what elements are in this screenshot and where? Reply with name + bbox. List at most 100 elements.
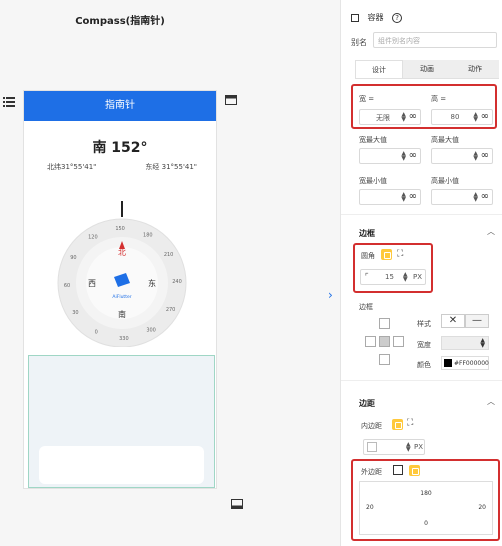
stepper-icon[interactable]: ▲ ▼ bbox=[403, 272, 408, 283]
margin-bottom-value[interactable]: 0 bbox=[360, 520, 492, 527]
solid-border-button[interactable]: — bbox=[465, 314, 489, 328]
compass-tick-label: 90 bbox=[70, 255, 76, 261]
padding-input[interactable]: ▲ ▼ PX bbox=[363, 439, 425, 455]
alias-label: 别名 bbox=[351, 38, 367, 47]
border-left-cell[interactable] bbox=[365, 336, 376, 347]
infinity-icon[interactable]: ∞ bbox=[481, 150, 489, 161]
container-label: 容器 bbox=[367, 13, 384, 22]
radius-uniform-button[interactable] bbox=[381, 249, 392, 260]
min-width-input[interactable]: ▲ ▼ ∞ bbox=[359, 189, 421, 205]
compass-tick-label: 180 bbox=[143, 232, 153, 238]
compass-tick-label: 60 bbox=[64, 283, 70, 289]
padding-icon bbox=[367, 442, 377, 452]
collapse-icon[interactable]: ︿ bbox=[487, 226, 495, 237]
max-width-label: 宽最大值 bbox=[359, 136, 387, 144]
border-width-select[interactable]: ▲ ▼ bbox=[441, 336, 489, 350]
border-top-cell[interactable] bbox=[379, 318, 390, 329]
border-color-label: 颜色 bbox=[417, 361, 431, 369]
infinity-icon[interactable]: ∞ bbox=[409, 150, 417, 161]
no-border-button[interactable]: ✕ bbox=[441, 314, 465, 328]
compass-tick-label: 120 bbox=[88, 234, 98, 240]
alias-input[interactable]: 组件别名内容 bbox=[373, 32, 497, 48]
border-bottom-cell[interactable] bbox=[379, 354, 390, 365]
container-header: 容器 ? bbox=[351, 12, 403, 23]
max-width-input[interactable]: ▲ ▼ ∞ bbox=[359, 148, 421, 164]
stepper-icon[interactable]: ▲ ▼ bbox=[401, 192, 406, 203]
width-label: 宽 = bbox=[359, 95, 375, 103]
heading-text: 南 152° bbox=[92, 140, 148, 156]
compass-tick-label: 0 bbox=[95, 330, 98, 336]
radius-input[interactable]: ⌜ 15 ▲ ▼ PX bbox=[360, 269, 426, 285]
infinity-icon[interactable]: ∞ bbox=[409, 111, 417, 122]
border-color-input[interactable]: #FF000000 bbox=[441, 356, 489, 370]
width-input[interactable]: 无限 ▲ ▼ ∞ bbox=[359, 109, 421, 125]
color-value: #FF000000 bbox=[454, 360, 489, 367]
west-label: 西 bbox=[88, 279, 96, 288]
stepper-icon[interactable]: ▲ ▼ bbox=[473, 151, 478, 162]
margin-left-value[interactable]: 20 bbox=[366, 504, 374, 511]
padding-sides-icon[interactable]: ⛶ bbox=[407, 418, 413, 428]
east-label: 东 bbox=[148, 278, 156, 288]
margin-sides-button[interactable] bbox=[409, 465, 420, 476]
margin-section-title: 边距 bbox=[359, 399, 375, 408]
compass-tick-label: 210 bbox=[164, 252, 174, 258]
min-height-input[interactable]: ▲ ▼ ∞ bbox=[431, 189, 493, 205]
compass-tick-label: 30 bbox=[72, 310, 78, 316]
collapse-icon[interactable]: ︿ bbox=[487, 396, 495, 407]
border-section-title: 边框 bbox=[359, 229, 375, 238]
infinity-icon[interactable]: ∞ bbox=[481, 191, 489, 202]
margin-right-value[interactable]: 20 bbox=[478, 504, 486, 511]
selected-container[interactable] bbox=[28, 355, 215, 488]
radius-unit: PX bbox=[413, 273, 423, 281]
latitude-text: 北纬31°55'41" bbox=[47, 163, 97, 171]
bottom-bar-icon[interactable] bbox=[231, 499, 243, 509]
border-width-label: 宽度 bbox=[417, 341, 431, 349]
stepper-icon[interactable]: ▲ ▼ bbox=[406, 442, 411, 453]
brand-label: AiFlutter bbox=[112, 294, 131, 300]
min-height-label: 高最小值 bbox=[431, 177, 459, 185]
container-checkbox[interactable] bbox=[351, 13, 359, 22]
tab-animation[interactable]: 动画 bbox=[403, 60, 451, 78]
border-all-cell[interactable] bbox=[379, 336, 390, 347]
outer-margin-label: 外边距 bbox=[361, 468, 382, 476]
stepper-icon[interactable]: ▲ ▼ bbox=[401, 112, 406, 123]
padding-uniform-button[interactable] bbox=[392, 419, 403, 430]
infinity-icon[interactable]: ∞ bbox=[481, 111, 489, 122]
max-height-input[interactable]: ▲ ▼ ∞ bbox=[431, 148, 493, 164]
stepper-icon[interactable]: ▲ ▼ bbox=[473, 112, 478, 123]
border-right-cell[interactable] bbox=[393, 336, 404, 347]
expand-panel-icon[interactable]: › bbox=[328, 288, 333, 302]
height-value: 80 bbox=[450, 113, 460, 121]
radius-value: 15 bbox=[385, 273, 394, 281]
inner-card[interactable] bbox=[39, 446, 204, 484]
height-input[interactable]: 80 ▲ ▼ ∞ bbox=[431, 109, 493, 125]
app-bar-icon[interactable] bbox=[225, 95, 237, 105]
compass-tick-label: 240 bbox=[172, 279, 182, 285]
help-icon[interactable]: ? bbox=[392, 13, 403, 23]
tab-design[interactable]: 设计 bbox=[355, 60, 403, 78]
alias-placeholder: 组件别名内容 bbox=[378, 37, 420, 45]
radius-corners-icon[interactable]: ⛶ bbox=[397, 249, 403, 259]
padding-unit: PX bbox=[414, 443, 424, 451]
app-bar[interactable]: 指南针 bbox=[24, 91, 216, 121]
border-label: 边框 bbox=[359, 303, 373, 311]
margin-top-value[interactable]: 180 bbox=[360, 490, 492, 497]
height-label: 高 = bbox=[431, 95, 447, 103]
list-icon[interactable] bbox=[3, 97, 15, 107]
compass-dial: 0306090120150180210240270300330 北 南 东 西 … bbox=[57, 201, 187, 347]
stepper-icon[interactable]: ▲ ▼ bbox=[401, 151, 406, 162]
compass-tick-label: 270 bbox=[166, 307, 176, 313]
min-width-label: 宽最小值 bbox=[359, 177, 387, 185]
margin-editor[interactable]: 180 20 20 0 bbox=[359, 481, 493, 535]
tab-action[interactable]: 动作 bbox=[451, 60, 499, 78]
margin-uniform-checkbox[interactable] bbox=[393, 465, 403, 475]
stepper-icon[interactable]: ▲ ▼ bbox=[473, 192, 478, 203]
corner-icon: ⌜ bbox=[365, 272, 369, 281]
stepper-icon[interactable]: ▲ ▼ bbox=[480, 338, 485, 349]
property-panel: 容器 ? 别名 组件别名内容 设计 动画 动作 宽 = 高 = 无限 ▲ ▼ ∞ … bbox=[340, 0, 502, 546]
canvas-title: Compass(指南针) bbox=[75, 16, 165, 27]
south-label: 南 bbox=[118, 309, 126, 319]
infinity-icon[interactable]: ∞ bbox=[409, 191, 417, 202]
north-label: 北 bbox=[118, 248, 126, 257]
max-height-label: 高最大值 bbox=[431, 136, 459, 144]
